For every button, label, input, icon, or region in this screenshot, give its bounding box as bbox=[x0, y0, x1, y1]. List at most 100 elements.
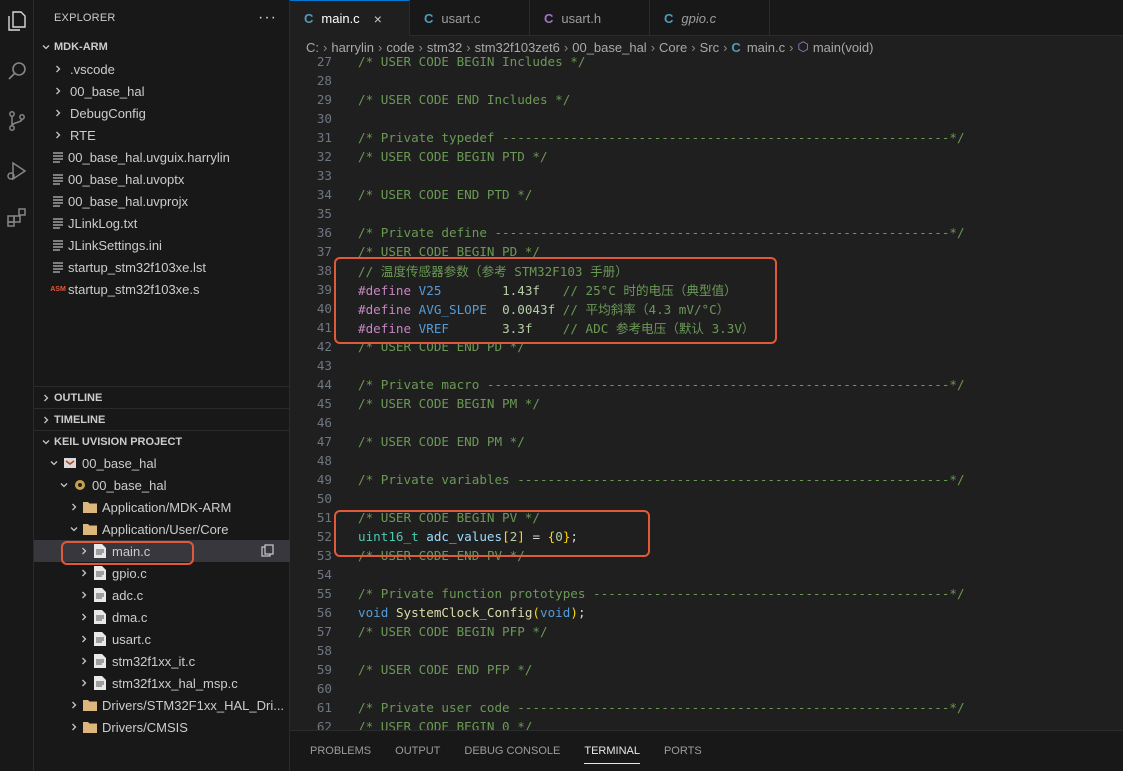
panel-tab[interactable]: DEBUG CONSOLE bbox=[464, 731, 560, 771]
explorer-item[interactable]: DebugConfig bbox=[34, 102, 290, 124]
code-line: 62 /* USER CODE BEGIN 0 */ bbox=[290, 717, 1123, 730]
explorer-icon[interactable] bbox=[0, 4, 34, 38]
code-text: /* USER CODE END PV */ bbox=[358, 548, 525, 563]
code-line: 40 #define AVG_SLOPE 0.0043f // 平均斜率（4.3 … bbox=[290, 299, 1123, 318]
code-line: 31 /* Private typedef -------------------… bbox=[290, 128, 1123, 147]
extensions-icon[interactable] bbox=[0, 200, 34, 234]
code-line: 38 // 温度传感器参数（参考 STM32F103 手册） bbox=[290, 261, 1123, 280]
chevron-right-icon bbox=[76, 634, 92, 644]
explorer-item-label: 00_base_hal.uvguix.harrylin bbox=[68, 149, 230, 165]
file-lines-icon bbox=[50, 239, 66, 251]
code-editor[interactable]: 62 /* USER CODE BEGIN 0 */ 61 /* Private us… bbox=[290, 52, 1123, 730]
line-number: 52 bbox=[316, 529, 332, 544]
line-number: 46 bbox=[316, 415, 332, 430]
search-icon[interactable] bbox=[0, 54, 34, 88]
section-keil-project[interactable]: KEIL UVISION PROJECT bbox=[34, 431, 290, 453]
code-line: 51 /* USER CODE BEGIN PV */ bbox=[290, 508, 1123, 527]
explorer-item-label: 00_base_hal bbox=[70, 83, 145, 99]
line-number: 58 bbox=[316, 643, 332, 658]
code-line: 56 void SystemClock_Config(void); bbox=[290, 603, 1123, 622]
file-lines-icon bbox=[50, 195, 66, 207]
explorer-item[interactable]: 00_base_hal bbox=[34, 80, 290, 102]
section-outline[interactable]: OUTLINE bbox=[34, 387, 290, 409]
explorer-item[interactable]: .vscode bbox=[34, 58, 290, 80]
panel-tab[interactable]: PORTS bbox=[664, 731, 702, 771]
keil-group-label: Application/MDK-ARM bbox=[102, 499, 232, 515]
line-number: 40 bbox=[316, 301, 332, 316]
close-icon[interactable]: × bbox=[374, 11, 382, 27]
code-text: /* Private function prototypes ---------… bbox=[358, 586, 965, 601]
folder-icon bbox=[82, 521, 98, 537]
chevron-right-icon bbox=[66, 502, 82, 512]
keil-target[interactable]: 00_base_hal bbox=[34, 474, 290, 496]
keil-file-label: main.c bbox=[112, 543, 151, 559]
tab-label: main.c bbox=[321, 11, 360, 26]
code-line: 45 /* USER CODE BEGIN PM */ bbox=[290, 394, 1123, 413]
explorer-item[interactable]: ASM startup_stm32f103xe.s bbox=[34, 278, 290, 300]
keil-file-label: usart.c bbox=[112, 631, 152, 647]
keil-file[interactable]: stm32f1xx_it.c bbox=[34, 650, 290, 672]
line-number: 60 bbox=[316, 681, 332, 696]
open-file-icon[interactable] bbox=[261, 544, 274, 560]
code-text: /* USER CODE BEGIN PM */ bbox=[358, 396, 540, 411]
code-text: void SystemClock_Config(void); bbox=[358, 605, 586, 620]
tab-gpio-c[interactable]: Cgpio.c bbox=[650, 0, 770, 36]
code-line: 42 /* USER CODE END PD */ bbox=[290, 337, 1123, 356]
panel-tab[interactable]: PROBLEMS bbox=[310, 731, 371, 771]
code-line: 57 /* USER CODE BEGIN PFP */ bbox=[290, 622, 1123, 641]
explorer-item[interactable]: 00_base_hal.uvguix.harrylin bbox=[34, 146, 290, 168]
explorer-item[interactable]: JLinkLog.txt bbox=[34, 212, 290, 234]
explorer-item-label: 00_base_hal.uvoptx bbox=[68, 171, 185, 187]
code-line: 39 #define V25 1.43f // 25°C 时的电压（典型值） bbox=[290, 280, 1123, 299]
keil-file-label: dma.c bbox=[112, 609, 148, 625]
folder-icon bbox=[82, 697, 98, 713]
keil-file[interactable]: main.c bbox=[34, 540, 290, 562]
tab-label: usart.h bbox=[561, 10, 602, 26]
keil-group[interactable]: Application/MDK-ARM bbox=[34, 496, 290, 518]
c-file-icon bbox=[92, 653, 108, 669]
explorer-item[interactable]: 00_base_hal.uvprojx bbox=[34, 190, 290, 212]
explorer-item[interactable]: startup_stm32f103xe.lst bbox=[34, 256, 290, 278]
keil-group[interactable]: Drivers/CMSIS bbox=[34, 716, 290, 738]
keil-file[interactable]: gpio.c bbox=[34, 562, 290, 584]
keil-group[interactable]: Drivers/STM32F1xx_HAL_Dri... bbox=[34, 694, 290, 716]
code-text: #define AVG_SLOPE 0.0043f // 平均斜率（4.3 mV… bbox=[358, 302, 730, 317]
keil-file[interactable]: dma.c bbox=[34, 606, 290, 628]
line-number: 62 bbox=[316, 719, 332, 730]
line-number: 27 bbox=[316, 54, 332, 69]
tab-main-c[interactable]: Cmain.c × bbox=[290, 0, 410, 36]
section-mdk-arm[interactable]: MDK-ARM bbox=[34, 36, 290, 58]
chevron-right-icon bbox=[38, 415, 54, 425]
explorer-item[interactable]: 00_base_hal.uvoptx bbox=[34, 168, 290, 190]
chevron-down-icon bbox=[56, 480, 72, 490]
explorer-item[interactable]: RTE bbox=[34, 124, 290, 146]
file-lines-icon bbox=[50, 217, 66, 229]
code-line: 30 bbox=[290, 109, 1123, 128]
more-actions-icon[interactable]: ··· bbox=[258, 9, 277, 27]
code-line: 32 /* USER CODE BEGIN PTD */ bbox=[290, 147, 1123, 166]
line-number: 47 bbox=[316, 434, 332, 449]
code-text: // 温度传感器参数（参考 STM32F103 手册） bbox=[358, 264, 628, 279]
keil-group[interactable]: Application/User/Core bbox=[34, 518, 290, 540]
tab-label: gpio.c bbox=[681, 10, 717, 26]
run-debug-icon[interactable] bbox=[0, 154, 34, 188]
explorer-item[interactable]: JLinkSettings.ini bbox=[34, 234, 290, 256]
tab-usart-h[interactable]: Cusart.h bbox=[530, 0, 650, 36]
file-lines-icon bbox=[50, 261, 66, 273]
tab-usart-c[interactable]: Cusart.c bbox=[410, 0, 530, 36]
section-timeline[interactable]: TIMELINE bbox=[34, 409, 290, 431]
keil-file[interactable]: adc.c bbox=[34, 584, 290, 606]
keil-file[interactable]: usart.c bbox=[34, 628, 290, 650]
explorer-header: EXPLORER ··· bbox=[34, 0, 289, 36]
line-number: 42 bbox=[316, 339, 332, 354]
section-title: TIMELINE bbox=[54, 414, 106, 426]
keil-project[interactable]: 00_base_hal bbox=[34, 452, 290, 474]
keil-file[interactable]: stm32f1xx_hal_msp.c bbox=[34, 672, 290, 694]
code-line: 35 bbox=[290, 204, 1123, 223]
line-number: 31 bbox=[316, 130, 332, 145]
panel-tab[interactable]: TERMINAL bbox=[584, 731, 640, 771]
keil-project-label: 00_base_hal bbox=[82, 455, 157, 471]
source-control-icon[interactable] bbox=[0, 104, 34, 138]
panel-tab[interactable]: OUTPUT bbox=[395, 731, 440, 771]
code-line: 61 /* Private user code -----------------… bbox=[290, 698, 1123, 717]
